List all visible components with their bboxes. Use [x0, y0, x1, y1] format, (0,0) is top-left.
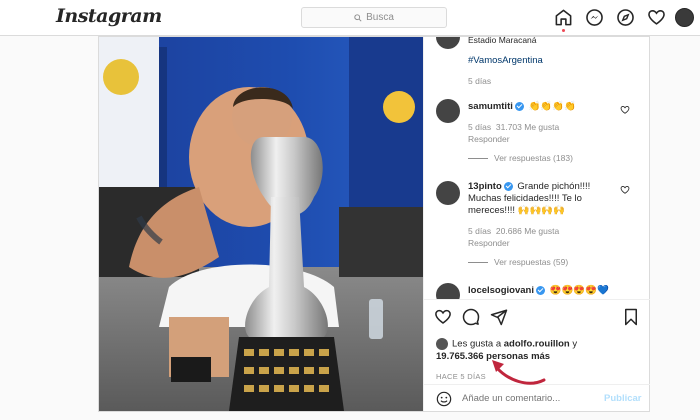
post-card: Estadio Maracaná #VamosArgentina 5 días …	[98, 36, 650, 412]
explore-compass-icon[interactable]	[616, 8, 635, 27]
hashtag-link[interactable]: #VamosArgentina	[468, 55, 543, 66]
comment-meta: 5 días 20.686 Me gusta	[468, 225, 559, 237]
view-replies-button[interactable]: Ver respuestas (59)	[468, 257, 568, 267]
comment-like-heart-icon[interactable]	[620, 105, 630, 115]
comment-age: 5 días	[468, 226, 492, 236]
comment-like-heart-icon[interactable]	[620, 185, 630, 195]
like-heart-icon[interactable]	[434, 308, 452, 326]
annotation-arrow	[492, 360, 546, 385]
comment-text: 👏👏👏👏	[528, 101, 576, 112]
comment-username[interactable]: samumtiti	[468, 101, 513, 112]
comment-text: 😍😍😍😍💙	[549, 285, 609, 296]
post-photo[interactable]	[99, 37, 423, 411]
comment-bubble-icon[interactable]	[462, 308, 480, 326]
verified-badge-icon	[536, 285, 545, 295]
search-icon	[354, 13, 362, 22]
location-text[interactable]: Estadio Maracaná	[468, 37, 537, 45]
commenter-avatar[interactable]	[436, 181, 460, 205]
profile-avatar[interactable]	[675, 8, 694, 27]
caption-age: 5 días	[468, 76, 492, 86]
instagram-logo[interactable]: Instagram	[56, 5, 162, 27]
comment-body: samumtiti 👏👏👏👏	[468, 101, 618, 113]
replies-divider	[468, 261, 488, 263]
likes-mid: y	[572, 338, 578, 350]
reply-button[interactable]: Responder	[468, 237, 510, 249]
verified-badge-icon	[514, 101, 524, 111]
publish-button[interactable]: Publicar	[604, 393, 642, 404]
likes-prefix: Les gusta a	[452, 338, 502, 350]
emoji-smiley-icon[interactable]	[436, 391, 452, 407]
home-icon[interactable]	[554, 8, 573, 32]
active-dot	[562, 29, 565, 32]
commenter-avatar[interactable]	[436, 99, 460, 123]
reply-button[interactable]: Responder	[468, 133, 510, 145]
comment-username[interactable]: locelsogiovani	[468, 285, 534, 296]
save-bookmark-icon[interactable]	[622, 308, 640, 326]
liker-username[interactable]: adolfo.rouillon	[504, 339, 570, 350]
comment-body: locelsogiovani 😍😍😍😍💙	[468, 285, 618, 297]
post-timestamp[interactable]: HACE 5 DÍAS	[436, 372, 486, 381]
comment-meta: 5 días 31.703 Me gusta	[468, 121, 559, 133]
comment-username[interactable]: 13pinto	[468, 181, 502, 192]
comment-like-count[interactable]: 20.686 Me gusta	[496, 226, 559, 236]
search-placeholder: Busca	[366, 12, 394, 23]
view-replies-label: Ver respuestas (59)	[494, 257, 569, 267]
direct-messenger-icon[interactable]	[585, 8, 604, 27]
top-navigation-bar: Instagram Busca	[0, 0, 700, 36]
liker-avatar[interactable]	[436, 338, 448, 350]
view-replies-label: Ver respuestas (183)	[494, 153, 573, 163]
comment-body: 13pinto Grande pichón!!!! Muchas felicid…	[468, 181, 618, 217]
activity-heart-icon[interactable]	[647, 8, 666, 27]
view-replies-button[interactable]: Ver respuestas (183)	[468, 153, 573, 163]
commenter-avatar[interactable]	[436, 283, 460, 299]
comment-input[interactable]	[462, 393, 592, 404]
replies-divider	[468, 157, 488, 159]
comments-list: Estadio Maracaná #VamosArgentina 5 días …	[424, 37, 650, 299]
share-paper-plane-icon[interactable]	[490, 308, 508, 326]
verified-badge-icon	[503, 181, 513, 191]
owner-avatar[interactable]	[436, 37, 460, 49]
comment-age: 5 días	[468, 122, 492, 132]
add-comment-form: Publicar	[424, 384, 650, 412]
search-input[interactable]: Busca	[301, 7, 447, 28]
comment-like-count[interactable]: 31.703 Me gusta	[496, 122, 559, 132]
